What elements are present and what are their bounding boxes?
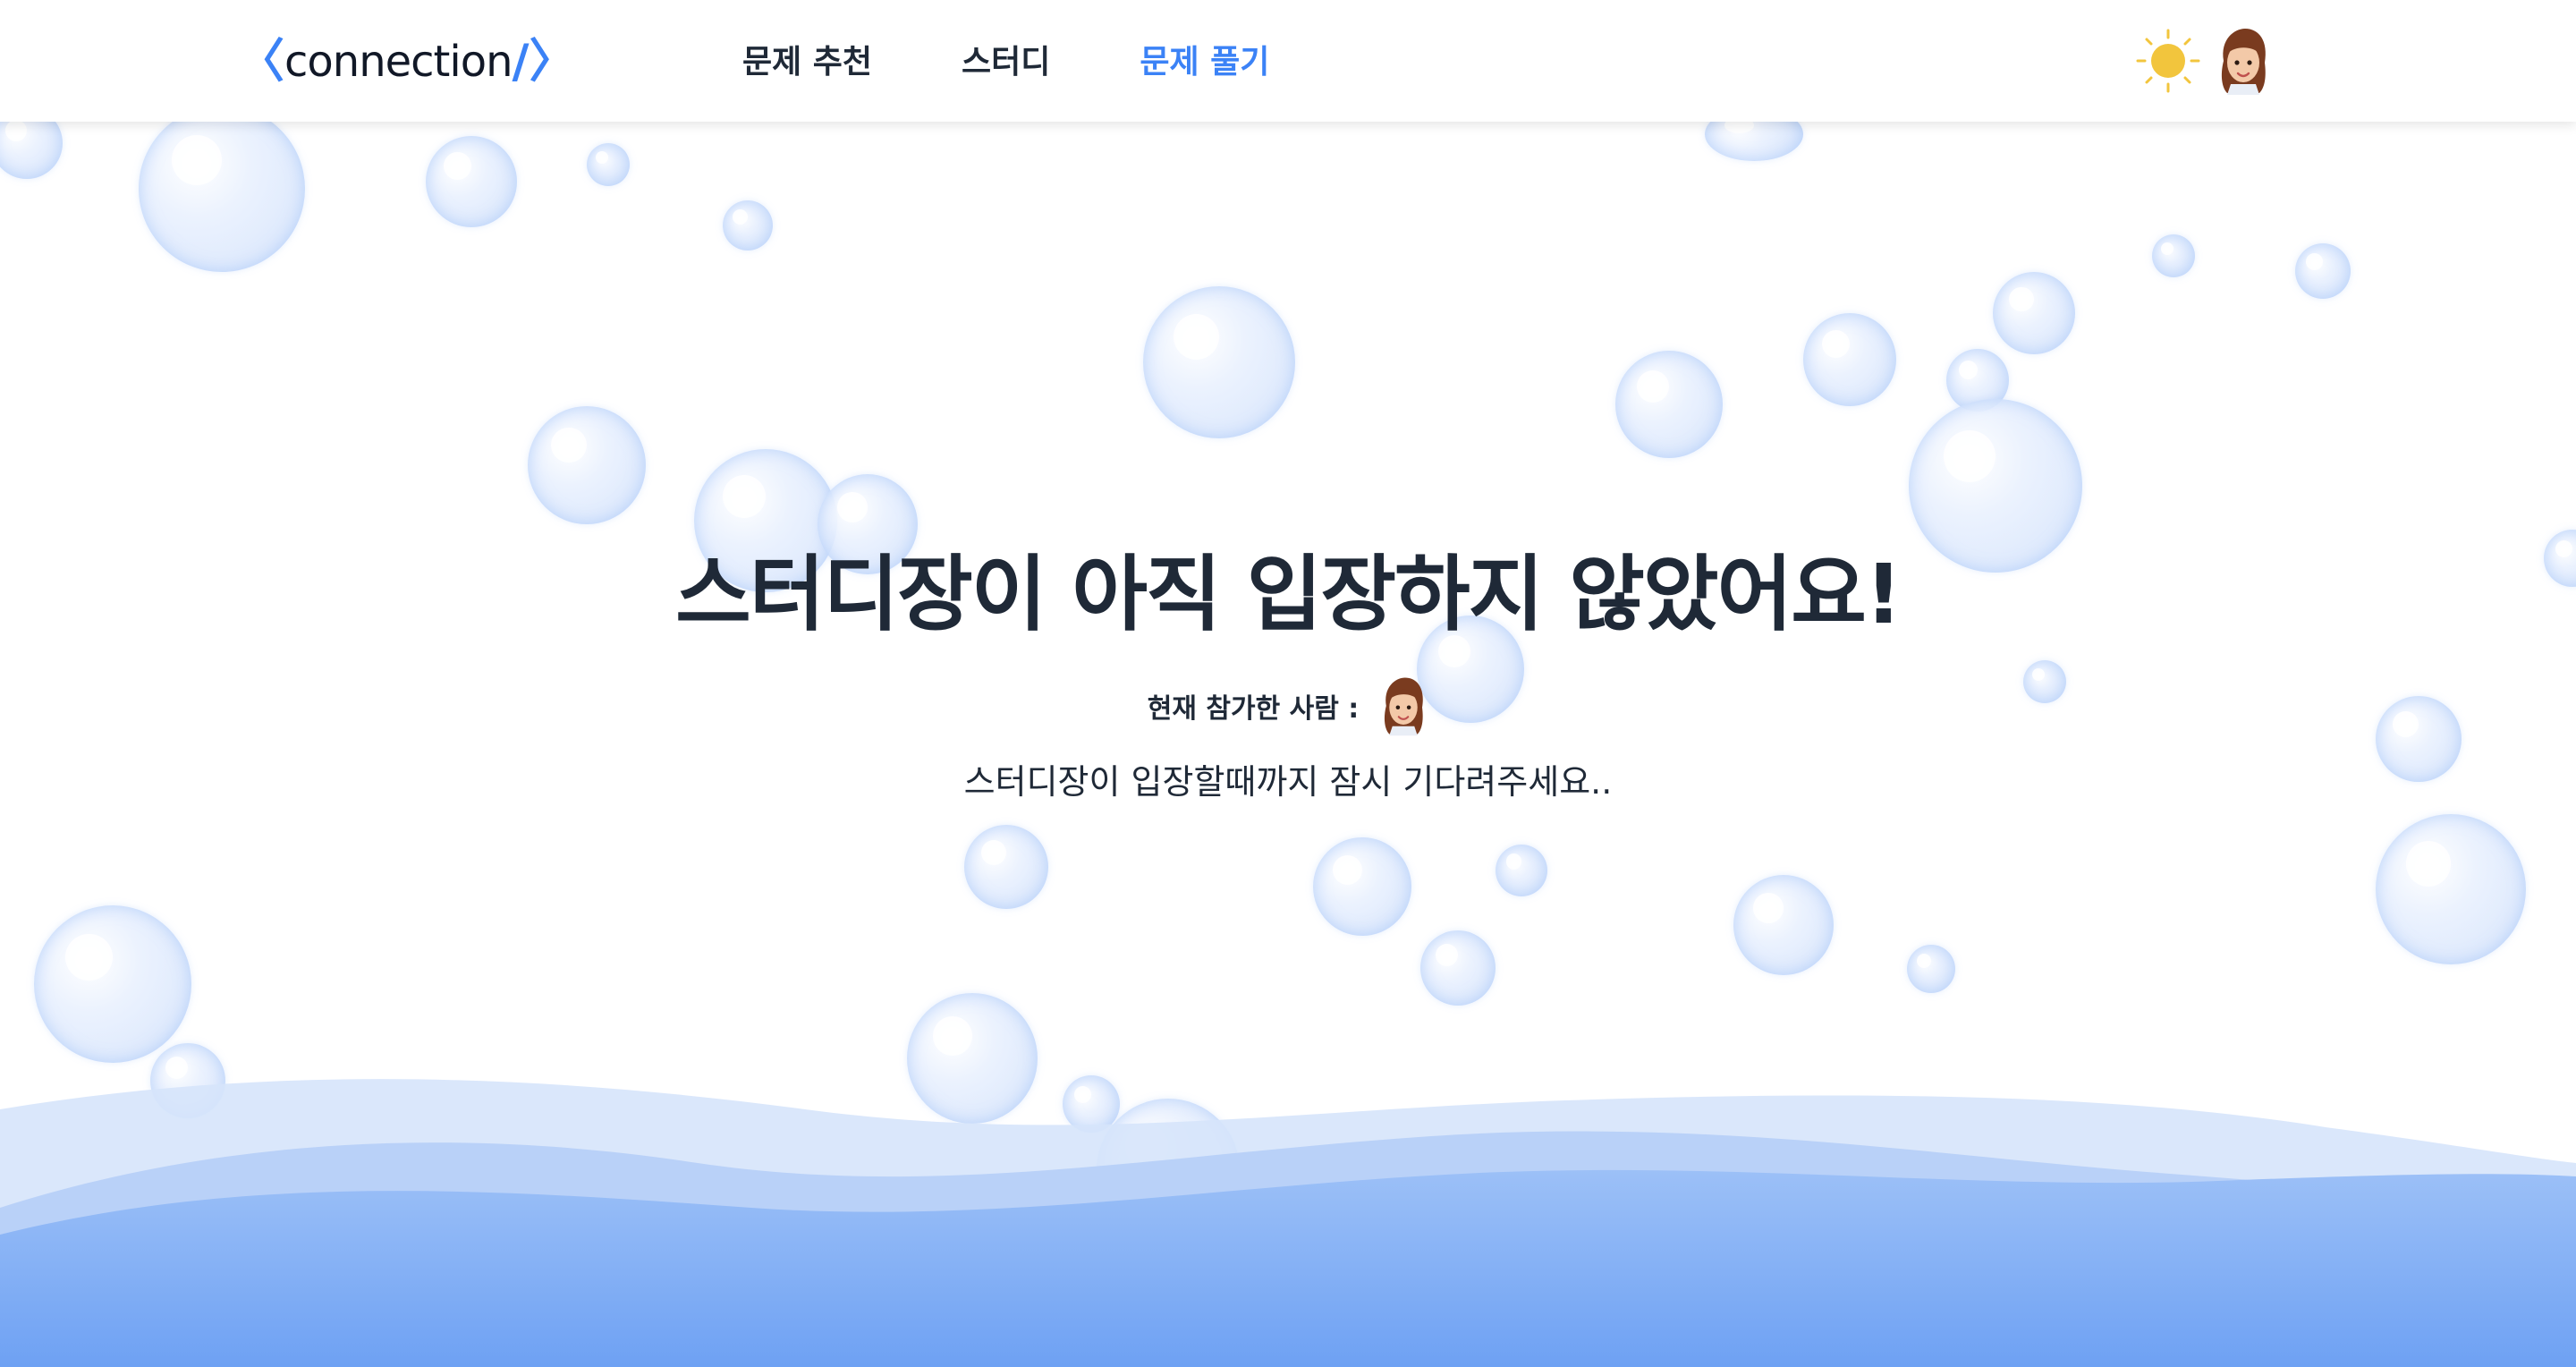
bubble-decoration [1993,272,2075,354]
nav-item-problem-recommend[interactable]: 문제 추천 [742,36,872,89]
logo-close-bracket: /〉 [512,35,576,89]
study-waiting-page: 〈 connection /〉 문제 추천 스터디 문제 풀기 스터디장이 아직… [0,0,2576,1367]
bubble-decoration [1420,930,1496,1006]
bubble-decoration [528,406,646,524]
bubble-decoration [1907,945,1955,993]
memoji-avatar-icon [2221,29,2266,95]
sun-icon[interactable] [2134,27,2202,95]
bubble-decoration [1496,845,1547,896]
bubble-decoration [2295,243,2351,299]
wait-message: 스터디장이 입장할때까지 잠시 기다려주세요.. [963,762,1613,802]
bubble-decoration [964,825,1048,909]
top-navigation-bar: 〈 connection /〉 문제 추천 스터디 문제 풀기 [0,0,2576,122]
bubble-decoration [723,200,773,250]
participants-row: 현재 참가한 사람 : [0,675,2576,737]
bubble-decoration [1803,313,1896,406]
wave-background [0,1079,2576,1367]
participant-avatar [1378,675,1428,737]
participants-label: 현재 참가한 사람 : [1147,693,1360,725]
connection-logo[interactable]: 〈 connection /〉 [238,30,575,93]
bubble-decoration [1733,875,1834,975]
logo-open-bracket: 〈 [238,35,285,89]
page-title: 스터디장이 아직 입장하지 않았어요! [675,547,1902,642]
bubble-decoration [587,143,630,186]
bubble-decoration [2376,814,2526,964]
waiting-message-panel: 스터디장이 아직 입장하지 않았어요! 현재 참가한 사람 : 스터디장이 입장… [0,537,2576,809]
bubble-decoration [1143,286,1295,438]
nav-item-study[interactable]: 스터디 [962,36,1050,89]
bubble-decoration [1615,351,1723,458]
avatar[interactable] [2215,27,2272,95]
bubble-decoration [2152,234,2195,277]
bubble-decoration [34,905,191,1063]
nav-item-solve-problem[interactable]: 문제 풀기 [1140,36,1269,89]
bubble-decoration [426,136,517,227]
wave-front [0,1169,2576,1367]
memoji-avatar-icon [1385,677,1424,736]
logo-text: connection [284,37,513,87]
main-nav: 문제 추천 스터디 문제 풀기 [742,36,1359,89]
bubble-decoration [139,106,305,272]
sun-icon-graphic [2136,29,2200,93]
bubble-decoration [1313,837,1411,936]
